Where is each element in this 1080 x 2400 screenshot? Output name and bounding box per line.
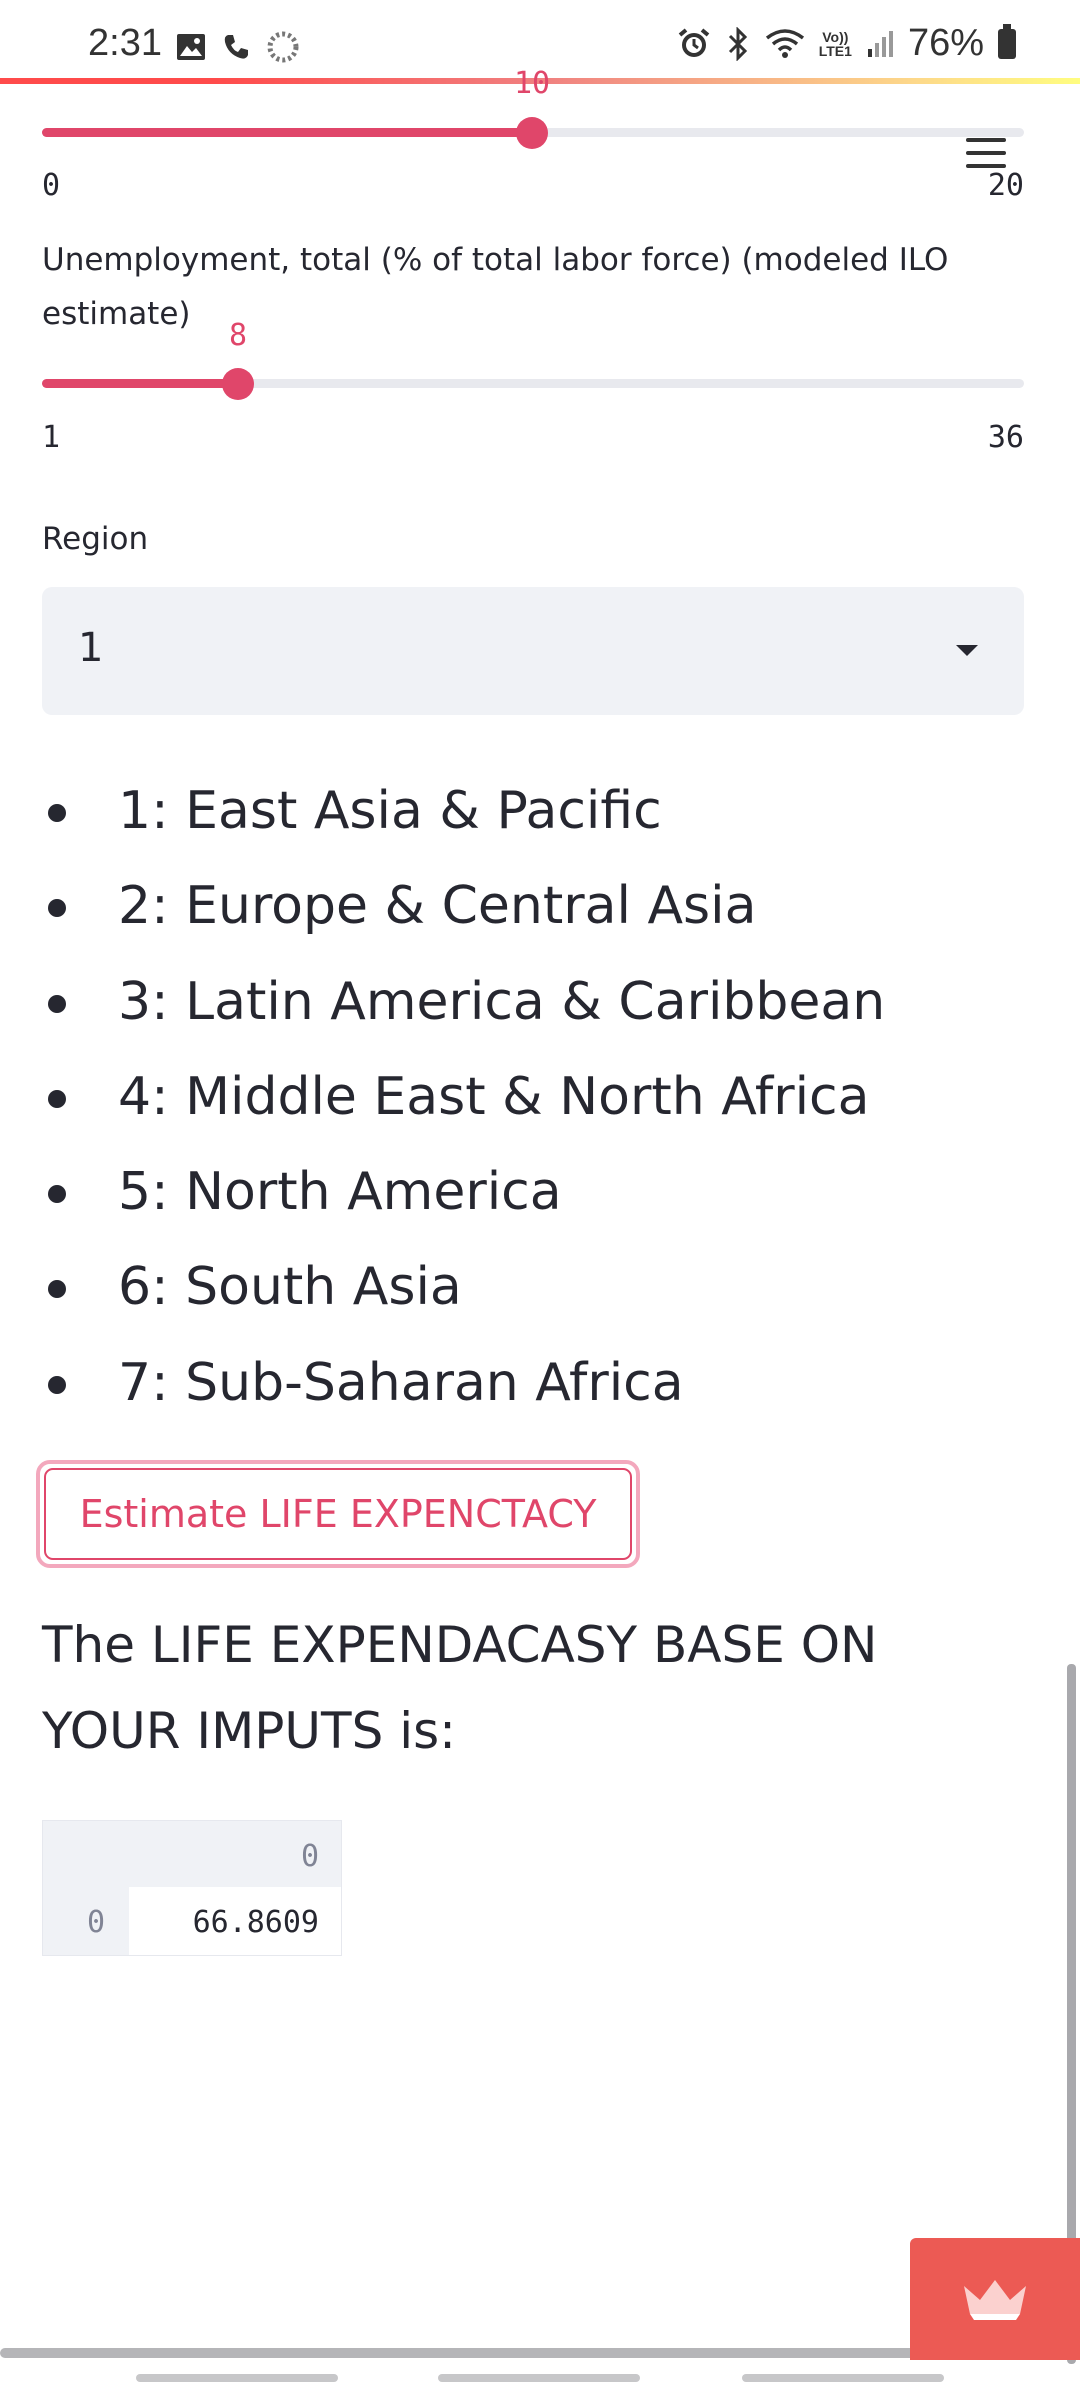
slider-fill xyxy=(42,128,532,137)
streamlit-badge[interactable] xyxy=(910,2238,1080,2360)
slider-unemployment-value: 8 xyxy=(228,318,248,353)
crown-icon xyxy=(964,2280,1026,2320)
signal-icon xyxy=(867,30,893,57)
nav-home[interactable] xyxy=(438,2374,640,2382)
slider-unemployment[interactable]: 8 1 36 xyxy=(42,318,1024,458)
wifi-icon xyxy=(765,28,804,58)
status-left-icons xyxy=(176,30,300,64)
list-item: 5: North America xyxy=(42,1145,885,1240)
list-item: 3: Latin America & Caribbean xyxy=(42,955,885,1050)
bluetooth-icon xyxy=(728,26,747,61)
nav-back[interactable] xyxy=(742,2374,944,2382)
slider-top[interactable]: 10 0 20 xyxy=(42,66,1024,203)
region-label: Region xyxy=(42,521,149,557)
phone-icon xyxy=(224,35,248,59)
slider-top-value: 10 xyxy=(513,66,551,101)
image-icon xyxy=(177,34,205,60)
result-table[interactable]: 0 0 66.8609 xyxy=(42,1820,342,1956)
loading-icon xyxy=(267,31,299,63)
list-item: 2: Europe & Central Asia xyxy=(42,859,885,954)
table-column-header[interactable]: 0 xyxy=(129,1821,341,1887)
table-row-index: 0 xyxy=(43,1887,129,1955)
slider-min-label: 0 xyxy=(42,168,61,203)
alarm-icon xyxy=(678,27,710,57)
slider-thumb[interactable] xyxy=(516,117,548,149)
slider-thumb[interactable] xyxy=(222,368,254,400)
result-text: The LIFE EXPENDACASY BASE ON YOUR IMPUTS… xyxy=(42,1616,878,1760)
battery-percent: 76% xyxy=(907,22,984,64)
slider-max-label: 20 xyxy=(987,168,1024,203)
slider-min-label: 1 xyxy=(42,420,61,455)
horizontal-scrollbar[interactable] xyxy=(0,2348,1050,2358)
list-item: 1: East Asia & Pacific xyxy=(42,764,885,859)
slider-fill xyxy=(42,379,238,388)
region-selected-value: 1 xyxy=(78,625,104,671)
list-item: 7: Sub-Saharan Africa xyxy=(42,1336,885,1431)
battery-icon xyxy=(998,23,1016,59)
list-item: 4: Middle East & North Africa xyxy=(42,1050,885,1145)
caret-down-icon[interactable] xyxy=(956,645,978,656)
region-select[interactable]: 1 xyxy=(42,587,1024,715)
list-item: 6: South Asia xyxy=(42,1240,885,1335)
status-right: Vo)) LTE1 76% xyxy=(677,22,1016,65)
network-indicator: Vo)) LTE1 xyxy=(818,28,852,59)
estimate-button[interactable]: Estimate LIFE EXPENCTACY xyxy=(36,1460,640,1568)
table-corner xyxy=(43,1821,129,1887)
estimate-button-label[interactable]: Estimate LIFE EXPENCTACY xyxy=(44,1468,632,1560)
slider-max-label: 36 xyxy=(987,420,1024,455)
table-cell[interactable]: 66.8609 xyxy=(129,1887,341,1955)
nav-recent-apps[interactable] xyxy=(136,2374,338,2382)
status-time: 2:31 xyxy=(88,22,162,64)
region-list: 1: East Asia & Pacific 2: Europe & Centr… xyxy=(42,764,885,1431)
